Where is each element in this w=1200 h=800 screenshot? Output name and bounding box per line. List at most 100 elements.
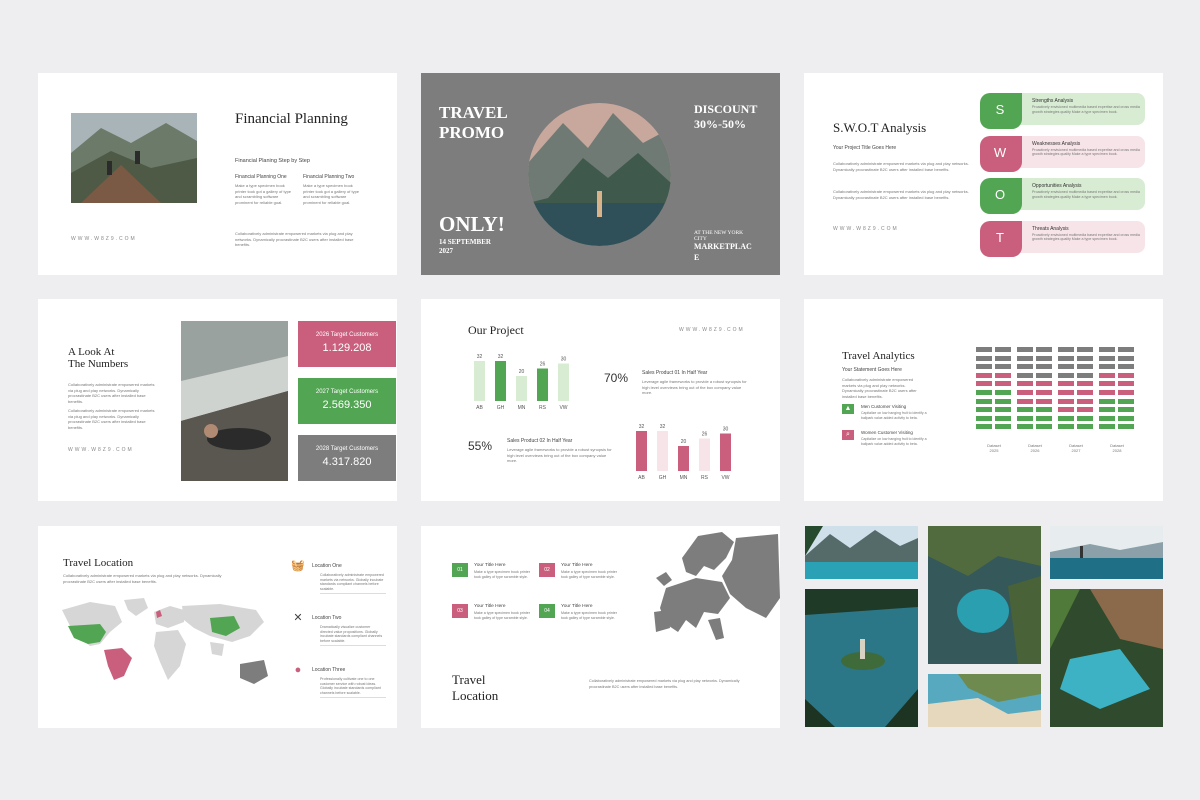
- analytics-block: [995, 415, 1011, 421]
- column-title-one: Financial Planning One: [235, 174, 287, 180]
- analytics-block: [1099, 347, 1115, 352]
- slide-travel-promo[interactable]: TRAVEL PROMO DISCOUNT 30%-50% ONLY! 14 S…: [421, 73, 780, 275]
- analytics-block: [976, 390, 992, 395]
- only-label: ONLY!: [439, 212, 505, 236]
- target-card-value: 2.569.350: [322, 399, 372, 411]
- body-text: Collaboratively administrate empowered m…: [68, 382, 155, 404]
- search-icon: ⌕: [842, 430, 854, 440]
- analytics-block: [976, 398, 992, 404]
- slide-title-line1: Travel: [452, 672, 486, 687]
- analytics-block: [1118, 372, 1134, 378]
- slide-financial-planning[interactable]: Financial Planning Financial Planing Ste…: [38, 73, 397, 275]
- venue-line4: E: [694, 253, 700, 262]
- analytics-block: [976, 372, 992, 378]
- pin-icon: ●: [294, 664, 302, 676]
- analytics-block: [1099, 381, 1115, 387]
- resort-pool-photo: [1050, 589, 1163, 727]
- analytics-block: [1118, 390, 1134, 395]
- bar-category-label: VW: [721, 475, 729, 481]
- bar-category-label: VW: [559, 405, 567, 411]
- slide-travel-analytics[interactable]: Travel Analytics Your Statement Goes Her…: [804, 299, 1163, 501]
- target-card: 2026 Target Customers 1.129.208: [298, 321, 396, 367]
- bar: [474, 361, 485, 401]
- analytics-year-value: 2027: [1071, 448, 1081, 453]
- item-text: Make a type specimen book printer took g…: [561, 570, 617, 579]
- promo-circle-photo: [528, 103, 671, 246]
- analytics-block: [976, 407, 992, 413]
- slide-numbers[interactable]: A Look At The Numbers Collaboratively ad…: [38, 299, 397, 501]
- image-icon: ▲: [842, 404, 854, 414]
- website-label: WWW.W8Z9.COM: [833, 226, 899, 232]
- slide-travel-location-world[interactable]: Travel Location Collaboratively administ…: [38, 526, 397, 728]
- target-card-value: 4.317.820: [322, 456, 372, 468]
- slide-title: Financial Planning: [235, 111, 348, 127]
- swot-item-title: Opportunities Analysis: [1032, 183, 1082, 189]
- location-text: Collaboratively administrate empowered m…: [320, 573, 384, 591]
- promo-title-line2: PROMO: [439, 123, 505, 142]
- analytics-block: [1036, 407, 1052, 413]
- bar-value-label: 32: [639, 424, 645, 430]
- analytics-block: [1058, 415, 1074, 421]
- analytics-block: [1077, 372, 1093, 378]
- divider: [320, 593, 386, 594]
- map-usa-highlight: [68, 624, 106, 644]
- body-text-2: Collaboratively administrate empowered m…: [833, 189, 969, 200]
- analytics-block: [1036, 390, 1052, 395]
- analytics-block: [1058, 390, 1074, 395]
- bar-category-label: AB: [638, 475, 645, 481]
- bar: [636, 431, 647, 471]
- item-text: Make a type specimen book printer took g…: [561, 611, 617, 620]
- target-card-value: 1.129.208: [322, 342, 372, 354]
- beach-bay-photo: [928, 674, 1041, 727]
- slide-title-line2: Location: [452, 688, 499, 703]
- item-text: Make a type specimen book printer took g…: [474, 611, 530, 620]
- stat2-text: Leverage agile frameworks to provide a r…: [507, 447, 612, 463]
- column-title-two: Financial Planning Two: [303, 174, 355, 180]
- hikers-photo: [71, 113, 197, 203]
- analytics-block: [1036, 355, 1052, 361]
- number-badge: 01: [452, 563, 468, 577]
- bar-value-label: 30: [561, 357, 567, 363]
- item-title: Your Title Here: [561, 563, 593, 568]
- slide-title: S.W.O.T Analysis: [833, 120, 927, 135]
- divider: [320, 697, 386, 698]
- analytics-block: [995, 390, 1011, 395]
- bar: [678, 446, 689, 471]
- target-card-label: 2026 Target Customers: [315, 332, 379, 338]
- body-text: Collaboratively administrate empowered m…: [235, 231, 354, 247]
- slide-our-project[interactable]: Our Project WWW.W8Z9.COM 32 AB 32 GH 20 MN 26 R…: [421, 299, 780, 501]
- slide-travel-location-europe[interactable]: 01 Your Title Here Make a type specimen bo…: [421, 526, 780, 728]
- slide-swot-analysis[interactable]: S.W.O.T Analysis Your Project Title Goes…: [804, 73, 1163, 275]
- number-badge: 02: [539, 563, 555, 577]
- bar: [720, 433, 731, 471]
- basket-icon: 🧺: [291, 560, 305, 572]
- target-card: 2028 Target Customers 4.317.820: [298, 435, 396, 481]
- analytics-block: [1099, 390, 1115, 395]
- bar-category-label: GH: [659, 475, 667, 481]
- swot-item-title: Strengths Analysis: [1032, 98, 1074, 104]
- stat1-percent: 70%: [604, 371, 629, 385]
- legend2-text: Capitalize on low hanging fruit to ident…: [861, 437, 927, 446]
- body-text: Collaboratively administrate empowered m…: [842, 377, 917, 399]
- analytics-block: [995, 424, 1011, 430]
- analytics-block: [1099, 355, 1115, 361]
- location-title: Location Two: [312, 615, 342, 621]
- number-badge: 03: [452, 604, 468, 618]
- analytics-year-value: 2026: [1030, 448, 1040, 453]
- analytics-block: [1118, 415, 1134, 421]
- analytics-block: [976, 424, 992, 430]
- body-text: Collaboratively administrate empowered m…: [833, 161, 969, 172]
- swot-item-text: Proactively envisioned multimedia based …: [1032, 105, 1140, 114]
- bar-category-label: MN: [518, 405, 526, 411]
- bar-value-label: 30: [723, 427, 729, 433]
- swot-item-text: Proactively envisioned multimedia based …: [1032, 147, 1140, 157]
- discount-value: 30%-50%: [694, 117, 746, 131]
- target-card-label: 2027 Target Customers: [315, 389, 379, 395]
- bar-category-label: MN: [680, 475, 688, 481]
- analytics-block: [1017, 415, 1033, 421]
- analytics-block: [976, 347, 992, 352]
- analytics-block: [995, 364, 1011, 370]
- europe-map: [654, 532, 780, 640]
- analytics-block: [995, 381, 1011, 387]
- analytics-block: [1077, 424, 1093, 430]
